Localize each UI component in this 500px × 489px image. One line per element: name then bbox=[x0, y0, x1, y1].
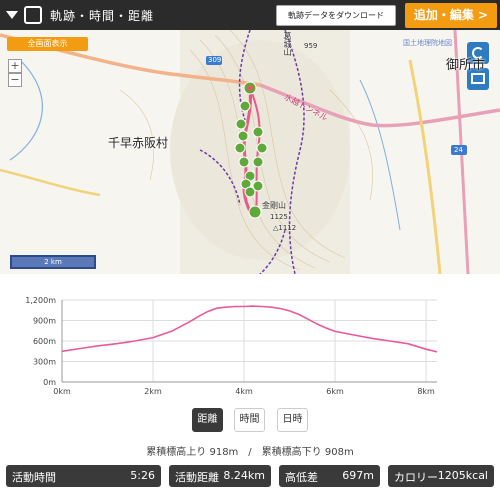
stat-calorie: カロリー 1205kcal bbox=[388, 465, 494, 487]
route-309-label: 309 bbox=[208, 56, 222, 64]
katsuragi-label: 葛城山 bbox=[283, 32, 292, 56]
tab-datetime[interactable]: 日時 bbox=[277, 408, 308, 432]
tab-distance[interactable]: 距離 bbox=[192, 408, 223, 432]
x-tick-label: 8km bbox=[417, 387, 435, 396]
stat-activity-distance: 活動距離 8.24km bbox=[169, 465, 271, 487]
stat-label: 活動距離 bbox=[175, 471, 219, 484]
elevation-line bbox=[61, 305, 438, 353]
x-tick-label: 6km bbox=[326, 387, 344, 396]
city-label: 御所市 bbox=[446, 58, 486, 73]
x-tick-label: 4km bbox=[235, 387, 253, 396]
zoom-in-button[interactable]: + bbox=[8, 59, 22, 73]
stat-value: 1205kcal bbox=[437, 469, 488, 482]
track-header: 軌跡・時間・距離 軌跡データをダウンロード 追加・編集 > bbox=[0, 0, 500, 30]
fullscreen-button[interactable]: 全画面表示 bbox=[7, 37, 88, 51]
stat-label: 高低差 bbox=[285, 471, 318, 484]
kongo-label: 金剛山 bbox=[262, 201, 286, 210]
add-edit-button[interactable]: 追加・編集 > bbox=[405, 3, 497, 28]
chart-mode-tabs: 距離 時間 日時 bbox=[0, 408, 500, 434]
map-view[interactable]: 全画面表示 + − 国土地理院地図 千早赤阪村 御所市 葛城山 959 金剛山 … bbox=[0, 30, 500, 274]
download-track-button[interactable]: 軌跡データをダウンロード bbox=[276, 5, 396, 26]
route-24-label: 24 bbox=[454, 146, 463, 154]
map-canvas bbox=[0, 30, 500, 274]
stat-elevation-diff: 高低差 697m bbox=[279, 465, 380, 487]
y-tick-label: 300m bbox=[33, 358, 56, 367]
section-title: 軌跡・時間・距離 bbox=[50, 9, 155, 23]
y-tick-label: 900m bbox=[33, 317, 56, 326]
x-tick-label: 0km bbox=[53, 387, 71, 396]
stats-bar: 活動時間 5:26 活動距離 8.24km 高低差 697m カロリー 1205… bbox=[0, 465, 500, 489]
peak-959-label: 959 bbox=[304, 42, 318, 50]
elevation-chart-svg: 0m 300m 600m 900m 1,200m 0km 2km 4km 6km 8km bbox=[25, 296, 438, 396]
zoom-out-button[interactable]: − bbox=[8, 73, 22, 87]
stat-label: 活動時間 bbox=[12, 471, 56, 484]
cumulative-elevation-text: 累積標高上り 918m / 累積標高下り 908m bbox=[146, 447, 354, 458]
y-tick-label: 0m bbox=[43, 378, 56, 387]
scale-bar: 2 km bbox=[10, 255, 96, 269]
stat-value: 8.24km bbox=[223, 469, 265, 482]
stat-activity-time: 活動時間 5:26 bbox=[6, 465, 161, 487]
stat-label: カロリー bbox=[394, 471, 438, 484]
tab-time[interactable]: 時間 bbox=[234, 408, 265, 432]
stat-value: 697m bbox=[342, 469, 374, 482]
peak-1125-label: 1125 bbox=[270, 213, 288, 221]
clock-icon bbox=[24, 6, 42, 24]
stat-value: 5:26 bbox=[130, 469, 155, 482]
village-label: 千早赤阪村 bbox=[108, 136, 169, 150]
y-tick-label: 600m bbox=[33, 337, 56, 346]
collapse-triangle-icon[interactable] bbox=[6, 11, 18, 19]
peak-1112-label: △1112 bbox=[273, 224, 297, 232]
map-attribution[interactable]: 国土地理院地図 bbox=[403, 38, 452, 48]
y-tick-label: 1,200m bbox=[25, 296, 56, 305]
elevation-chart: 0m 300m 600m 900m 1,200m 0km 2km 4km 6km 8km bbox=[0, 288, 500, 398]
x-tick-label: 2km bbox=[144, 387, 162, 396]
